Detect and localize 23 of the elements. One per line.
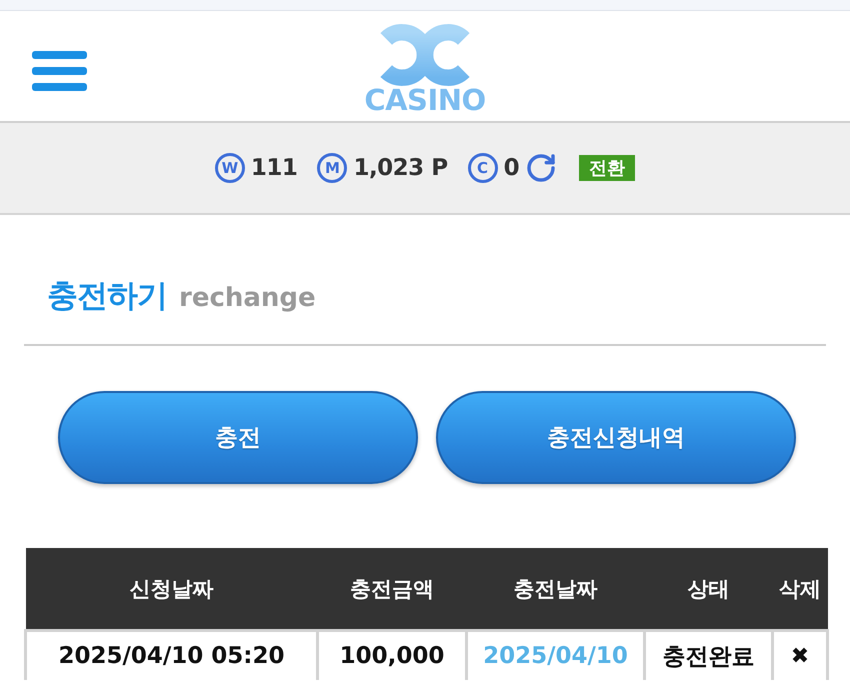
table-cell: 2025/04/10: [466, 630, 644, 680]
section-title: 충전하기: [47, 277, 167, 316]
balance-amount: 0: [504, 155, 520, 181]
currency-mark: W: [214, 153, 245, 183]
action-button[interactable]: 충전: [58, 391, 418, 484]
table-cell: 2025/04/10 05:20: [26, 630, 318, 680]
column-header: 신청날짜: [26, 548, 318, 630]
column-header: 삭제: [772, 548, 828, 630]
logo-text: CASINO: [364, 86, 486, 114]
currency-mark: C: [468, 153, 498, 183]
table-cell: 충전완료: [644, 630, 772, 680]
action-button[interactable]: 충전신청내역: [436, 391, 796, 484]
section-subtitle: rechange: [179, 283, 316, 313]
currency-mark: M: [317, 153, 348, 183]
balance-amount: 1,023 P: [353, 155, 448, 181]
column-header: 충전날짜: [466, 548, 644, 630]
delete-button[interactable]: ✖: [790, 644, 810, 669]
table-cell: 100,000: [318, 630, 466, 680]
column-header: 충전금액: [318, 548, 466, 630]
convert-button[interactable]: 전환: [579, 155, 636, 181]
balance-amount: 111: [250, 155, 298, 181]
refresh-icon[interactable]: [525, 152, 558, 184]
column-header: 상태: [644, 548, 772, 630]
